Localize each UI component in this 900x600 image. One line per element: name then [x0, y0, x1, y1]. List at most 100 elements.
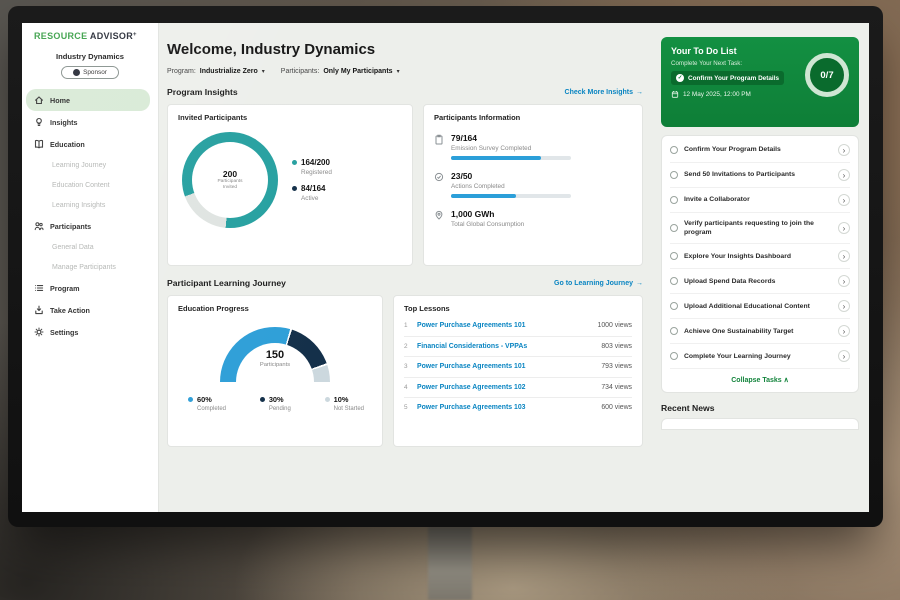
sidebar-item-insights[interactable]: Insights	[22, 111, 158, 133]
clipboard-icon	[434, 134, 444, 145]
lesson-rank: 2	[404, 343, 411, 350]
lesson-link[interactable]: Power Purchase Agreements 102	[417, 384, 595, 391]
sidebar-item-participants[interactable]: Participants	[22, 215, 158, 237]
gauge-label: Participants	[220, 362, 330, 368]
task-checkbox[interactable]	[670, 277, 678, 285]
chevron-down-icon: ▾	[397, 68, 400, 75]
collapse-tasks-button[interactable]: Collapse Tasks ∧	[670, 369, 850, 390]
sidebar-item-label: Education	[50, 140, 85, 149]
legend-dot	[292, 160, 297, 165]
task-checkbox[interactable]	[670, 196, 678, 204]
screen: RESOURCE ADVISOR+ Industry Dynamics Spon…	[22, 23, 869, 512]
main-content: Welcome, Industry Dynamics Program: Indu…	[159, 23, 657, 512]
chevron-right-icon[interactable]: ›	[838, 300, 850, 312]
go-to-learning-journey-link[interactable]: Go to Learning Journey →	[554, 280, 643, 287]
participants-icon	[34, 221, 44, 231]
section-title: Participant Learning Journey	[167, 278, 286, 288]
sidebar-item-manage-participants[interactable]: Manage Participants	[22, 257, 158, 277]
task-checkbox[interactable]	[670, 327, 678, 335]
task-row[interactable]: Confirm Your Program Details ›	[670, 138, 850, 163]
chevron-right-icon[interactable]: ›	[838, 169, 850, 181]
task-label: Complete Your Learning Journey	[684, 352, 832, 361]
todo-progress-value: 0/7	[820, 70, 833, 81]
info-row-actions: 23/50 Actions Completed	[434, 171, 632, 198]
chevron-right-icon[interactable]: ›	[838, 275, 850, 287]
education-icon	[34, 139, 44, 149]
legend-dot	[292, 186, 297, 191]
info-row-consumption: 1,000 GWh Total Global Consumption	[434, 209, 632, 228]
brand-advisor: ADVISOR	[90, 31, 133, 41]
sidebar-item-education[interactable]: Education	[22, 133, 158, 155]
info-label: Emission Survey Completed	[451, 145, 571, 152]
todo-next-task[interactable]: ✓ Confirm Your Program Details	[671, 71, 784, 85]
progress-track	[451, 194, 571, 198]
arrow-right-icon: →	[636, 89, 643, 96]
lesson-link[interactable]: Power Purchase Agreements 101	[417, 363, 595, 370]
task-row[interactable]: Verify participants requesting to join t…	[670, 213, 850, 244]
sidebar-item-label: Take Action	[50, 306, 90, 315]
donut-center-value: 200	[223, 169, 237, 179]
task-checkbox[interactable]	[670, 302, 678, 310]
sidebar-item-label: Home	[50, 96, 70, 105]
sidebar-item-learning-journey[interactable]: Learning Journey	[22, 155, 158, 175]
task-row[interactable]: Achieve One Sustainability Target ›	[670, 319, 850, 344]
insights-cards-row: Invited Participants 200 Participants In…	[167, 104, 643, 266]
task-row[interactable]: Upload Additional Educational Content ›	[670, 294, 850, 319]
legend-dot	[260, 397, 265, 402]
legend-dot	[188, 397, 193, 402]
task-row[interactable]: Explore Your Insights Dashboard ›	[670, 244, 850, 269]
task-row[interactable]: Invite a Collaborator ›	[670, 188, 850, 213]
info-row-survey: 79/164 Emission Survey Completed	[434, 133, 632, 160]
sidebar-item-program[interactable]: Program	[22, 277, 158, 299]
task-checkbox[interactable]	[670, 171, 678, 179]
progress-fill	[451, 194, 516, 198]
sidebar-item-learning-insights[interactable]: Learning Insights	[22, 195, 158, 215]
lesson-link[interactable]: Power Purchase Agreements 101	[417, 322, 592, 329]
sidebar-item-label: General Data	[52, 244, 94, 251]
lesson-link[interactable]: Financial Considerations - VPPAs	[417, 343, 595, 350]
sidebar-item-take-action[interactable]: Take Action	[22, 299, 158, 321]
lesson-rank: 5	[404, 404, 411, 411]
card-title: Education Progress	[178, 304, 372, 313]
participants-filter-label: Participants:	[281, 68, 320, 75]
task-label: Send 50 Invitations to Participants	[684, 170, 832, 179]
lesson-views: 793 views	[601, 363, 632, 370]
legend-item-registered: 164/200 Registered	[292, 158, 332, 176]
chevron-right-icon[interactable]: ›	[838, 250, 850, 262]
task-checkbox[interactable]	[670, 352, 678, 360]
chevron-right-icon[interactable]: ›	[838, 222, 850, 234]
filters-row: Program: Industrialize Zero ▾ Participan…	[167, 68, 643, 75]
task-row[interactable]: Send 50 Invitations to Participants ›	[670, 163, 850, 188]
legend-item-completed: 60% Completed	[188, 395, 226, 412]
sidebar-item-label: Insights	[50, 118, 78, 127]
task-checkbox[interactable]	[670, 146, 678, 154]
check-more-insights-link[interactable]: Check More Insights →	[565, 89, 643, 96]
task-checkbox[interactable]	[670, 224, 678, 232]
program-filter[interactable]: Program: Industrialize Zero ▾	[167, 68, 265, 75]
lesson-link[interactable]: Power Purchase Agreements 103	[417, 404, 595, 411]
lesson-row: 1 Power Purchase Agreements 101 1000 vie…	[404, 316, 632, 337]
program-filter-label: Program:	[167, 68, 196, 75]
sidebar-item-home[interactable]: Home	[26, 89, 150, 111]
chevron-right-icon[interactable]: ›	[838, 350, 850, 362]
sidebar: RESOURCE ADVISOR+ Industry Dynamics Spon…	[22, 23, 159, 512]
todo-summary-card: Your To Do List Complete Your Next Task:…	[661, 37, 859, 127]
task-checkbox[interactable]	[670, 252, 678, 260]
task-label: Confirm Your Program Details	[684, 145, 832, 154]
legend-value: 60%	[197, 395, 212, 404]
participants-filter[interactable]: Participants: Only My Participants ▾	[281, 68, 400, 75]
sidebar-item-education-content[interactable]: Education Content	[22, 175, 158, 195]
gear-icon	[34, 327, 44, 337]
lesson-row: 2 Financial Considerations - VPPAs 803 v…	[404, 337, 632, 358]
sidebar-item-settings[interactable]: Settings	[22, 321, 158, 343]
program-filter-value: Industrialize Zero	[200, 68, 258, 75]
task-row[interactable]: Complete Your Learning Journey ›	[670, 344, 850, 369]
recent-news-title: Recent News	[661, 403, 859, 413]
sponsor-icon	[73, 69, 80, 76]
sidebar-item-general-data[interactable]: General Data	[22, 237, 158, 257]
chevron-right-icon[interactable]: ›	[838, 194, 850, 206]
task-row[interactable]: Upload Spend Data Records ›	[670, 269, 850, 294]
gauge-center: 150 Participants	[220, 349, 330, 368]
chevron-right-icon[interactable]: ›	[838, 325, 850, 337]
chevron-right-icon[interactable]: ›	[838, 144, 850, 156]
